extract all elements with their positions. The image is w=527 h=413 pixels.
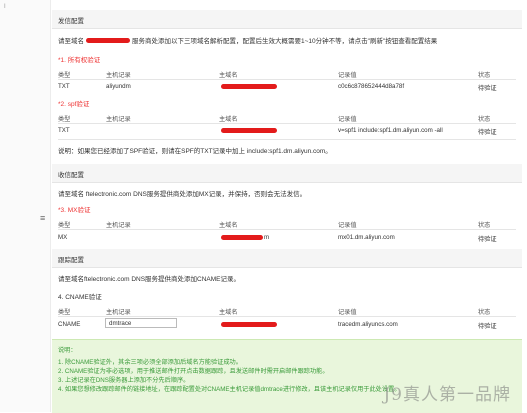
send-config-desc: 请至域名 服务商处添加以下三项域名解析配置，配置后生效大概需要1~10分钟不等，请… <box>58 38 438 45</box>
cname-host-input[interactable]: dmtrace <box>105 318 177 328</box>
note-1: 1. 除CNAME验证外，其余三项必须全部添加后域名方能验证成功。 <box>58 359 242 366</box>
col-status: 状态 <box>478 72 491 79</box>
row4-status[interactable]: 待验证 <box>478 321 497 330</box>
col-type: 类型 <box>58 116 71 123</box>
col-type: 类型 <box>58 309 71 316</box>
note-4: 4. 如果您想修改跟踪邮件的链接地址，在跟踪配置处对CNAME主机记录值dmtr… <box>58 386 401 393</box>
col-status: 状态 <box>478 309 491 316</box>
row4-domain-redacted <box>221 322 277 327</box>
row2-status[interactable]: 待验证 <box>478 127 497 136</box>
divider <box>58 123 516 124</box>
track-config-title: 跟踪配置 <box>58 257 84 264</box>
row4-type: CNAME <box>58 321 81 328</box>
row1-host: aliyundm <box>106 83 131 90</box>
col-value: 记录值 <box>338 222 357 229</box>
col-domain: 主域名 <box>219 72 238 79</box>
divider <box>58 316 516 317</box>
main-panel: 发信配置 请至域名 服务商处添加以下三项域名解析配置，配置后生效大概需要1~10分… <box>52 0 522 413</box>
row1-type: TXT <box>58 83 70 90</box>
col-status: 状态 <box>478 222 491 229</box>
receive-config-desc: 请至域名 ftelectronic.com DNS服务提供商处添加MX记录，并保… <box>58 191 307 198</box>
divider <box>58 229 516 230</box>
row4-value: tracedm.aliyuncs.com <box>338 321 398 328</box>
receive-config-title: 收信配置 <box>58 172 84 179</box>
track-config-header: 跟踪配置 <box>52 249 522 268</box>
track-config-desc: 请至域名ftelectronic.com DNS服务提供商处添加CNAME记录。 <box>58 276 241 283</box>
col-domain: 主域名 <box>219 309 238 316</box>
row3-status[interactable]: 待验证 <box>478 234 497 243</box>
notes-title: 说明： <box>58 347 77 354</box>
menu-icon[interactable]: ≡ <box>40 213 45 223</box>
receive-config-header: 收信配置 <box>52 164 522 183</box>
row1-domain-redacted <box>221 84 277 89</box>
row3-value: mx01.dm.aliyun.com <box>338 234 395 241</box>
col-host: 主机记录 <box>106 116 131 123</box>
col-host: 主机记录 <box>106 72 131 79</box>
col-status: 状态 <box>478 116 491 123</box>
spf-note: 说明：如果您已经添加了SPF验证，则请在SPF的TXT记录中加上 include… <box>58 148 332 155</box>
divider <box>58 79 516 80</box>
send-config-title: 发信配置 <box>58 18 84 25</box>
col-type: 类型 <box>58 72 71 79</box>
row2-type: TXT <box>58 127 70 134</box>
mx-verify-title: *3. MX验证 <box>58 207 91 214</box>
row1-status[interactable]: 待验证 <box>478 83 497 92</box>
ownership-verify-title: *1. 所有权验证 <box>58 57 101 64</box>
note-3: 3. 上述记录在DNS服务器上添加不分先后顺序。 <box>58 377 190 384</box>
cname-verify-title: 4. CNAME验证 <box>58 294 102 301</box>
row1-value: c0c6c878652444d8a78f <box>338 83 405 90</box>
send-config-header: 发信配置 <box>52 10 522 29</box>
col-type: 类型 <box>58 222 71 229</box>
col-domain: 主域名 <box>219 222 238 229</box>
redacted-domain <box>86 38 130 43</box>
left-mark: I <box>4 4 6 10</box>
divider <box>58 139 516 140</box>
watermark: J9真人第一品牌 <box>383 385 511 405</box>
col-value: 记录值 <box>338 72 357 79</box>
row3-type: MX <box>58 234 68 241</box>
col-domain: 主域名 <box>219 116 238 123</box>
row3-domain-redacted <box>221 235 263 240</box>
col-host: 主机记录 <box>106 309 131 316</box>
note-2: 2. CNAME验证为非必选项，用于推送邮件打开点击数据跟踪，且发送邮件时需开启… <box>58 368 329 375</box>
row3-domain-suffix: m <box>264 234 270 241</box>
col-value: 记录值 <box>338 116 357 123</box>
row2-domain-redacted <box>221 128 277 133</box>
col-value: 记录值 <box>338 309 357 316</box>
spf-verify-title: *2. spf验证 <box>58 101 90 108</box>
left-gutter: I ≡ <box>0 0 51 412</box>
row2-value: v=spf1 include:spf1.dm.aliyun.com -all <box>338 127 443 134</box>
col-host: 主机记录 <box>106 222 131 229</box>
